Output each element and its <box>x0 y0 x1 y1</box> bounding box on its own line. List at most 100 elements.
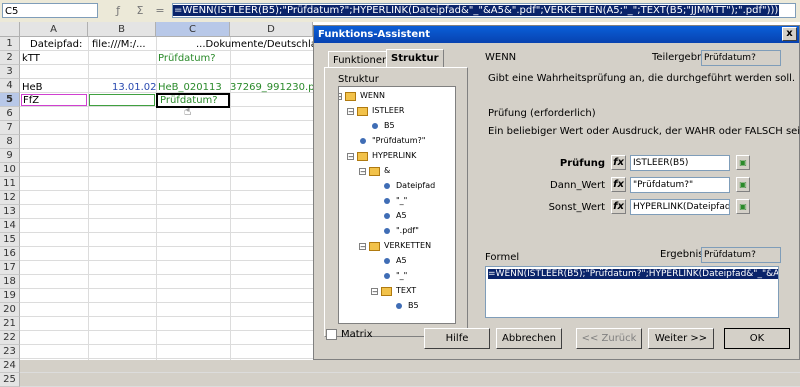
ok-button[interactable]: OK <box>724 328 790 349</box>
tree-item-label: TEXT <box>396 286 417 295</box>
collapse-icon[interactable]: − <box>347 108 354 116</box>
param-input-sonst-wert[interactable]: HYPERLINK(Dateipfad& <box>630 199 730 215</box>
corner-cell[interactable] <box>0 22 20 37</box>
shrink-icon-pruefung[interactable]: ▣ <box>736 155 750 170</box>
row-header-18[interactable]: 18 <box>0 275 20 289</box>
row-header-24[interactable]: 24 <box>0 359 20 373</box>
row-header-7[interactable]: 7 <box>0 121 20 135</box>
close-button[interactable]: x <box>782 27 797 41</box>
row-header-12[interactable]: 12 <box>0 191 20 205</box>
row-header-4[interactable]: 4 <box>0 79 20 93</box>
folder-icon <box>357 107 368 116</box>
cell-a1[interactable]: Dateipfad: <box>30 38 82 51</box>
formula-input[interactable]: =WENN(ISTLEER(B5);"Prüfdatum?";HYPERLINK… <box>172 3 796 18</box>
row-header-2[interactable]: 2 <box>0 51 20 65</box>
cell-c2[interactable]: Prüfdatum? <box>158 52 216 65</box>
fx-button-dann-wert[interactable]: fx <box>611 177 626 192</box>
row-header-3[interactable]: 3 <box>0 65 20 79</box>
cell-a2[interactable]: kTT <box>22 52 40 65</box>
tab-funktionen[interactable]: Funktionen <box>328 51 394 68</box>
abbrechen-button[interactable]: Abbrechen <box>496 328 562 349</box>
row-header-20[interactable]: 20 <box>0 303 20 317</box>
row-header-14[interactable]: 14 <box>0 219 20 233</box>
row-header-15[interactable]: 15 <box>0 233 20 247</box>
argument-icon <box>384 258 390 264</box>
tree-item-label: A5 <box>396 211 407 220</box>
sum-icon[interactable]: Σ <box>132 3 148 18</box>
row-header-25[interactable]: 25 <box>0 373 20 387</box>
shrink-icon-sonst-wert[interactable]: ▣ <box>736 199 750 214</box>
collapse-icon[interactable]: − <box>339 93 342 101</box>
row-header-6[interactable]: 6 <box>0 107 20 121</box>
weiter-button[interactable]: Weiter >> <box>648 328 714 349</box>
cell-a4[interactable]: HeB <box>22 81 43 94</box>
row-header-8[interactable]: 8 <box>0 135 20 149</box>
col-header-c[interactable]: C <box>156 22 230 37</box>
dialog-titlebar[interactable]: Funktions-Assistent x <box>314 26 799 43</box>
formula-text: =WENN(ISTLEER(B5);"Prüfdatum?";HYPERLINK… <box>173 5 780 16</box>
collapse-icon[interactable]: − <box>359 168 366 176</box>
collapse-icon[interactable]: − <box>371 288 378 296</box>
param-input-pruefung[interactable]: ISTLEER(B5) <box>630 155 730 171</box>
folder-icon <box>381 287 392 296</box>
fx-button-sonst-wert[interactable]: fx <box>611 199 626 214</box>
grid-line <box>20 372 800 373</box>
ergebnis-field: Prüfdatum? <box>701 247 781 263</box>
argument-icon <box>384 213 390 219</box>
matrix-checkbox[interactable] <box>326 329 337 340</box>
folder-icon <box>369 167 380 176</box>
row-header-17[interactable]: 17 <box>0 261 20 275</box>
formel-label: Formel <box>485 252 520 263</box>
tree-item-label: B5 <box>384 121 395 130</box>
argument-icon <box>384 183 390 189</box>
col-header-b[interactable]: B <box>88 22 156 37</box>
zurueck-button[interactable]: << Zurück <box>576 328 642 349</box>
argument-icon <box>384 228 390 234</box>
col-header-d[interactable]: D <box>230 22 313 37</box>
cell-a5[interactable]: FfZ <box>23 94 39 107</box>
formula-area-text: =WENN(ISTLEER(B5);"Prüfdatum?";HYPERLINK… <box>488 269 778 279</box>
name-box[interactable]: C5 <box>2 3 98 18</box>
tree-item-label: A5 <box>396 256 407 265</box>
formula-textarea[interactable]: =WENN(ISTLEER(B5);"Prüfdatum?";HYPERLINK… <box>485 266 779 318</box>
row-header-13[interactable]: 13 <box>0 205 20 219</box>
tree-item-label: "_" <box>396 196 408 205</box>
collapse-icon[interactable]: − <box>347 153 354 161</box>
row-header-22[interactable]: 22 <box>0 331 20 345</box>
param-label-dann-wert: Dann_Wert <box>550 180 605 191</box>
row-header-5[interactable]: 5 <box>0 93 20 107</box>
equals-icon[interactable]: = <box>152 3 168 18</box>
collapse-icon[interactable]: − <box>359 243 366 251</box>
row-header-1[interactable]: 1 <box>0 37 20 51</box>
function-name: WENN <box>485 52 517 63</box>
cell-d4[interactable]: 37269_991230.pdf <box>230 81 324 94</box>
structure-tree[interactable]: −WENN−ISTLEERB5"Prüfdatum?"−HYPERLINK−&D… <box>338 86 456 324</box>
col-header-a[interactable]: A <box>20 22 88 37</box>
row-header-11[interactable]: 11 <box>0 177 20 191</box>
tree-item-label: HYPERLINK <box>372 151 417 160</box>
row-header-23[interactable]: 23 <box>0 345 20 359</box>
tree-item-label: B5 <box>408 301 419 310</box>
dialog-title: Funktions-Assistent <box>318 29 431 40</box>
param-description: Ein beliebiger Wert oder Ausdruck, der W… <box>488 126 800 137</box>
row-header-10[interactable]: 10 <box>0 163 20 177</box>
param-input-dann-wert[interactable]: "Prüfdatum?" <box>630 177 730 193</box>
function-description: Gibt eine Wahrheitsprüfung an, die durch… <box>488 73 796 84</box>
function-wizard-icon[interactable]: ƒ <box>110 3 126 18</box>
folder-icon <box>369 242 380 251</box>
cell-b1[interactable]: file:///M:/... <box>92 38 146 51</box>
shrink-icon-dann-wert[interactable]: ▣ <box>736 177 750 192</box>
formula-bar: C5 ƒ Σ = =WENN(ISTLEER(B5);"Prüfdatum?";… <box>0 0 800 23</box>
fx-button-pruefung[interactable]: fx <box>611 155 626 170</box>
tab-struktur[interactable]: Struktur <box>386 49 444 68</box>
hand-cursor-icon: ☝ <box>184 104 192 118</box>
tree-item-label: WENN <box>360 91 385 100</box>
tree-item-label: Dateipfad <box>396 181 436 190</box>
row-header-21[interactable]: 21 <box>0 317 20 331</box>
row-header-19[interactable]: 19 <box>0 289 20 303</box>
cell-b4[interactable]: 13.01.02 <box>112 81 157 94</box>
param-label-pruefung: Prüfung <box>559 158 605 169</box>
row-header-16[interactable]: 16 <box>0 247 20 261</box>
row-header-9[interactable]: 9 <box>0 149 20 163</box>
hilfe-button[interactable]: Hilfe <box>424 328 490 349</box>
